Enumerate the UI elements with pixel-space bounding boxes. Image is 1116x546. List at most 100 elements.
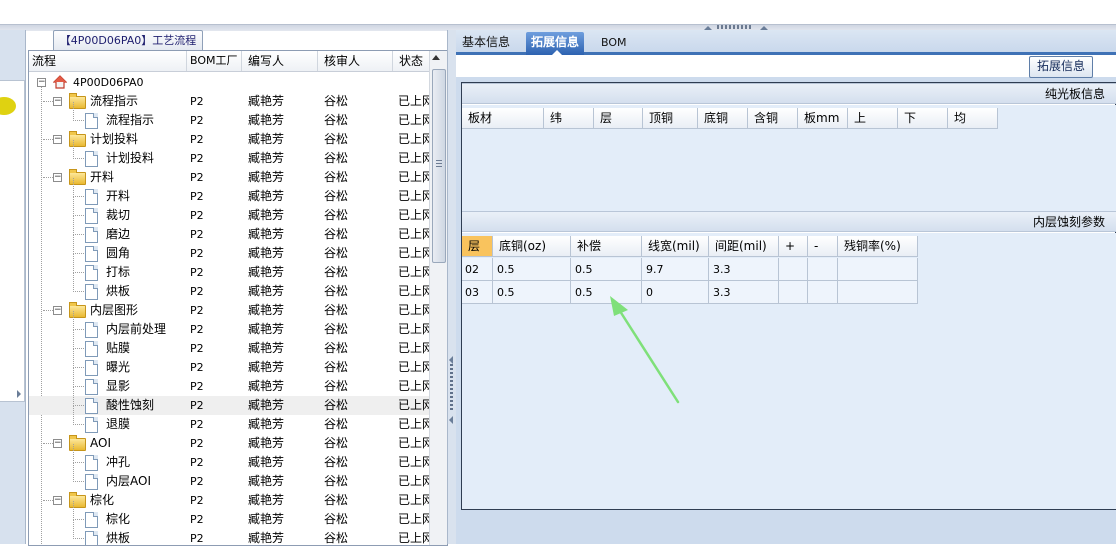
column-header-flow[interactable]: 流程	[29, 51, 187, 71]
tree-row-step[interactable]: 流程指示 P2 臧艳芳 谷松 已上网	[29, 102, 429, 130]
etch-value-cell[interactable]	[838, 281, 918, 304]
etch-column-header[interactable]: 间距(mil)	[709, 236, 779, 257]
scrollbar-thumb[interactable]	[432, 69, 446, 263]
collapse-toggle-icon[interactable]: −	[53, 135, 62, 144]
process-tree-grid[interactable]: 流程 BOM工厂 编写人 核审人 状态 − 4P00D06PA0 − 流程指示 P2 臧艳…	[28, 50, 448, 546]
column-header-author[interactable]: 编写人	[242, 51, 318, 71]
tree-row-step[interactable]: 计划投料 P2 臧艳芳 谷松 已上网	[29, 140, 429, 168]
column-header-reviewer[interactable]: 核审人	[318, 51, 393, 71]
collapse-toggle-icon[interactable]: −	[53, 97, 62, 106]
etch-value-cell[interactable]: 3.3	[709, 281, 779, 304]
tree-connector	[43, 310, 53, 311]
tree-row-step[interactable]: 裁切 P2 臧艳芳 谷松 已上网	[29, 197, 429, 225]
board-column-header[interactable]: 板mm	[798, 108, 848, 129]
reviewer-cell: 谷松	[324, 227, 349, 241]
board-column-header[interactable]: 顶铜	[643, 108, 698, 129]
board-column-header[interactable]: 层	[594, 108, 643, 129]
collapse-toggle-icon[interactable]: −	[53, 496, 62, 505]
expand-left-icon[interactable]	[17, 390, 21, 398]
tree-connector	[73, 140, 74, 159]
tree-row-group[interactable]: − 流程指示 P2 臧艳芳 谷松 已上网	[29, 92, 429, 111]
bom-factory-cell: P2	[190, 456, 204, 469]
collapse-left-icon-2[interactable]	[449, 416, 453, 424]
left-panel-content	[0, 80, 25, 402]
etch-value-cell[interactable]: 0.5	[493, 258, 571, 281]
etch-value-cell[interactable]	[808, 281, 838, 304]
tree-row-group[interactable]: − 棕化 P2 臧艳芳 谷松 已上网	[29, 491, 429, 510]
extended-info-button[interactable]: 拓展信息	[1029, 56, 1093, 78]
status-cell	[398, 73, 429, 92]
etch-column-header[interactable]: 补偿	[571, 236, 642, 257]
step-name: 烘板	[106, 284, 131, 298]
etch-value-cell[interactable]: 3.3	[709, 258, 779, 281]
tree-row-group[interactable]: − 计划投料 P2 臧艳芳 谷松 已上网	[29, 130, 429, 149]
etch-value-cell[interactable]: 0.5	[571, 258, 642, 281]
etch-column-header[interactable]: +	[779, 236, 808, 257]
tree-row-step[interactable]: 贴膜 P2 臧艳芳 谷松 已上网	[29, 330, 429, 358]
tree-connector	[73, 349, 74, 368]
tree-row-step[interactable]: 开料 P2 臧艳芳 谷松 已上网	[29, 178, 429, 206]
collapse-toggle-icon[interactable]: −	[53, 439, 62, 448]
tree-row-step[interactable]: 内层前处理 P2 臧艳芳 谷松 已上网	[29, 311, 429, 339]
tree-row-group[interactable]: − AOI P2 臧艳芳 谷松 已上网	[29, 434, 429, 453]
tree-row-step[interactable]: 酸性蚀刻 P2 臧艳芳 谷松 已上网	[29, 387, 429, 415]
tree-row-step[interactable]: 曝光 P2 臧艳芳 谷松 已上网	[29, 349, 429, 377]
collapse-toggle-icon[interactable]: −	[53, 306, 62, 315]
vertical-scrollbar[interactable]	[429, 51, 447, 545]
splitter-grip-icon[interactable]	[717, 25, 753, 29]
status-cell: 已上网	[398, 113, 429, 127]
etch-column-header[interactable]: -	[808, 236, 838, 257]
tab-bom[interactable]: BOM	[596, 32, 632, 55]
tree-row-step[interactable]: 显影 P2 臧艳芳 谷松 已上网	[29, 368, 429, 396]
etch-column-header[interactable]: 残铜率(%)	[838, 236, 918, 257]
tree-row-step[interactable]: 打标 P2 臧艳芳 谷松 已上网	[29, 254, 429, 282]
reviewer-cell	[324, 73, 390, 92]
reviewer-cell: 谷松	[324, 379, 349, 393]
tree-row-root[interactable]: − 4P00D06PA0	[29, 73, 429, 92]
etch-value-cell[interactable]: 0.5	[493, 281, 571, 304]
board-column-header[interactable]: 板材	[462, 108, 544, 129]
board-column-header[interactable]: 含铜	[748, 108, 798, 129]
tree-row-step[interactable]: 烘板 P2 臧艳芳 谷松 已上网	[29, 273, 429, 301]
bom-factory-cell: P2	[190, 304, 204, 317]
board-column-header[interactable]: 上	[848, 108, 898, 129]
tree-row-step[interactable]: 烘板 P2 臧艳芳 谷松 已上网	[29, 520, 429, 545]
column-header-factory[interactable]: BOM工厂	[187, 51, 242, 71]
tree-row-step[interactable]: 圆角 P2 臧艳芳 谷松 已上网	[29, 235, 429, 263]
collapse-toggle-icon[interactable]: −	[37, 78, 46, 87]
etch-value-cell[interactable]	[838, 258, 918, 281]
etch-column-header[interactable]: 底铜(oz)	[493, 236, 571, 257]
tree-row-step[interactable]: 退膜 P2 臧艳芳 谷松 已上网	[29, 406, 429, 434]
flow-title-button[interactable]: 【4P00D06PA0】工艺流程	[53, 30, 203, 52]
board-column-header[interactable]: 底铜	[698, 108, 748, 129]
tree-row-group[interactable]: − 开料 P2 臧艳芳 谷松 已上网	[29, 168, 429, 187]
document-icon	[85, 398, 98, 414]
tree-row-step[interactable]: 内层AOI P2 臧艳芳 谷松 已上网	[29, 463, 429, 491]
etch-section-body: 层底铜(oz) 补偿 线宽(mil) 间距(mil) + - 残铜率(%) 02 0.5 0.5 9…	[462, 233, 1116, 509]
reviewer-cell: 谷松	[324, 284, 349, 298]
etch-value-cell[interactable]	[779, 258, 808, 281]
tree-row-step[interactable]: 棕化 P2 臧艳芳 谷松 已上网	[29, 501, 429, 529]
etch-column-header[interactable]: 层	[462, 236, 493, 257]
scroll-up-icon[interactable]	[432, 55, 440, 60]
status-cell: 已上网	[398, 227, 429, 241]
collapse-left-icon[interactable]	[449, 356, 453, 364]
column-header-status[interactable]: 状态	[393, 51, 429, 71]
board-column-header[interactable]: 纬	[544, 108, 594, 129]
etch-value-cell[interactable]: 9.7	[642, 258, 709, 281]
splitter-grip-icon-vertical[interactable]	[450, 364, 453, 412]
etch-value-cell[interactable]	[779, 281, 808, 304]
collapse-toggle-icon[interactable]: −	[53, 173, 62, 182]
status-cell: 已上网	[398, 379, 429, 393]
tree-row-step[interactable]: 冲孔 P2 臧艳芳 谷松 已上网	[29, 444, 429, 472]
board-column-header[interactable]: 下	[898, 108, 948, 129]
etch-layer-cell[interactable]: 02	[462, 258, 493, 281]
board-column-header[interactable]: 均	[948, 108, 998, 129]
tab-basic-info[interactable]: 基本信息	[457, 32, 515, 55]
etch-layer-cell[interactable]: 03	[462, 281, 493, 304]
document-icon	[85, 151, 98, 167]
etch-value-cell[interactable]	[808, 258, 838, 281]
tree-row-group[interactable]: − 内层图形 P2 臧艳芳 谷松 已上网	[29, 301, 429, 320]
etch-column-header[interactable]: 线宽(mil)	[642, 236, 709, 257]
tree-row-step[interactable]: 磨边 P2 臧艳芳 谷松 已上网	[29, 216, 429, 244]
